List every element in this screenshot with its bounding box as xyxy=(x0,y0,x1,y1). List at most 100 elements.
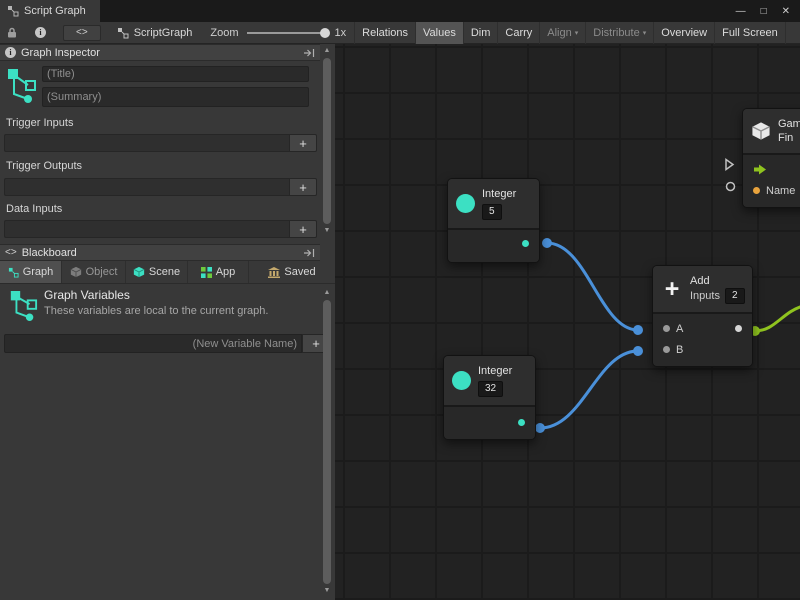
window-tab[interactable]: Script Graph xyxy=(0,0,100,22)
connection-endpoint[interactable] xyxy=(535,423,545,433)
port-row-name: Name xyxy=(743,180,800,201)
port-name-label: Name xyxy=(766,185,795,197)
port-row-b: B xyxy=(653,339,752,360)
toolbar-buttons: Relations Values Dim Carry Align ▾ Distr… xyxy=(354,22,786,44)
zoom-slider-knob[interactable] xyxy=(320,28,330,38)
connection-wire[interactable] xyxy=(547,243,638,330)
scrollbar-thumb[interactable] xyxy=(323,300,331,584)
add-trigger-input-button[interactable]: + xyxy=(289,134,317,152)
graph-variables-icon xyxy=(8,290,38,322)
zoom-label: Zoom xyxy=(210,27,238,39)
graph-name: ScriptGraph xyxy=(117,27,193,39)
chevron-down-icon: ▾ xyxy=(575,28,579,37)
graph-variables-icon xyxy=(5,68,37,106)
data-inputs-list: + xyxy=(4,220,317,238)
tab-object-label: Object xyxy=(86,266,118,278)
toolbar: i <> ScriptGraph Zoom 1x Relations Value… xyxy=(0,22,800,44)
graph-title-input[interactable] xyxy=(42,66,309,82)
zoom-value: 1x xyxy=(335,27,347,39)
code-icon: <> xyxy=(5,247,17,258)
node-find[interactable]: Gam Fin Name xyxy=(742,108,800,208)
scrollbar-thumb[interactable] xyxy=(323,58,331,224)
add-data-input-button[interactable]: + xyxy=(289,220,317,238)
tab-object[interactable]: Object xyxy=(62,261,126,283)
values-button[interactable]: Values xyxy=(415,22,463,44)
node-integer-5[interactable]: Integer 5 xyxy=(447,178,540,263)
scroll-down-icon[interactable]: ▼ xyxy=(324,586,331,596)
graph-inspector-title: Graph Inspector xyxy=(21,47,100,59)
dock-icon[interactable] xyxy=(303,48,315,58)
tab-app[interactable]: App xyxy=(188,261,249,283)
minimize-icon[interactable]: — xyxy=(736,6,746,17)
add-trigger-output-button[interactable]: + xyxy=(289,178,317,196)
connection-endpoint[interactable] xyxy=(633,325,643,335)
output-port[interactable] xyxy=(518,419,525,426)
empty-list[interactable] xyxy=(4,134,289,152)
sidebar: i Graph Inspector Trigger Inputs + Trigg… xyxy=(0,44,335,600)
saved-bank-icon xyxy=(268,267,280,278)
empty-list[interactable] xyxy=(4,178,289,196)
lock-button[interactable] xyxy=(2,22,22,44)
tab-scene-label: Scene xyxy=(149,266,180,278)
tab-app-label: App xyxy=(216,266,236,278)
connection-wire[interactable] xyxy=(755,306,800,331)
value-input-indicator-icon[interactable] xyxy=(725,181,736,192)
scroll-up-icon[interactable]: ▲ xyxy=(324,288,331,298)
code-preview-button[interactable]: <> xyxy=(63,25,101,41)
input-port-a[interactable] xyxy=(663,325,670,332)
scroll-down-icon[interactable]: ▼ xyxy=(324,226,331,236)
blackboard-scrollbar[interactable]: ▲ ▼ xyxy=(321,288,333,596)
align-button[interactable]: Align ▾ xyxy=(539,22,585,44)
script-graph-icon xyxy=(7,5,19,17)
connection-endpoint[interactable] xyxy=(633,346,643,356)
exec-input-indicator-icon[interactable] xyxy=(724,158,735,171)
output-port[interactable] xyxy=(735,325,742,332)
relations-button[interactable]: Relations xyxy=(354,22,415,44)
integer-value-field[interactable]: 32 xyxy=(478,381,503,397)
inspector-scrollbar[interactable]: ▲ ▼ xyxy=(321,46,333,236)
inputs-label: Inputs xyxy=(690,290,720,302)
dim-button[interactable]: Dim xyxy=(463,22,498,44)
empty-list[interactable] xyxy=(4,220,289,238)
inputs-count-field[interactable]: 2 xyxy=(725,288,745,304)
new-variable-input[interactable] xyxy=(4,334,302,353)
blackboard-header[interactable]: <> Blackboard xyxy=(0,244,320,261)
full-screen-button[interactable]: Full Screen xyxy=(714,22,786,44)
node-header: Integer 32 xyxy=(444,356,535,407)
node-add[interactable]: + Add Inputs 2 A B xyxy=(652,265,753,367)
tab-scene[interactable]: Scene xyxy=(126,261,188,283)
zoom-slider-track xyxy=(247,32,329,34)
input-port-b[interactable] xyxy=(663,346,670,353)
integer-value-field[interactable]: 5 xyxy=(482,204,502,220)
maximize-icon[interactable]: □ xyxy=(761,6,767,17)
tab-saved[interactable]: Saved xyxy=(249,261,335,283)
connection-endpoint[interactable] xyxy=(542,238,552,248)
main-area: i Graph Inspector Trigger Inputs + Trigg… xyxy=(0,44,800,600)
scroll-up-icon[interactable]: ▲ xyxy=(324,46,331,56)
graph-summary-input[interactable] xyxy=(42,87,309,107)
trigger-inputs-label: Trigger Inputs xyxy=(6,117,73,129)
node-integer-32[interactable]: Integer 32 xyxy=(443,355,536,440)
graph-inspector-header[interactable]: i Graph Inspector xyxy=(0,44,320,61)
window-controls: — □ ✕ xyxy=(736,0,800,22)
input-port-name[interactable] xyxy=(753,187,760,194)
node-ports xyxy=(444,407,535,439)
dock-icon[interactable] xyxy=(303,248,315,258)
carry-button[interactable]: Carry xyxy=(497,22,539,44)
carry-label: Carry xyxy=(505,27,532,39)
graph-canvas[interactable]: Integer 5 Integer 32 xyxy=(335,44,800,600)
distribute-button[interactable]: Distribute ▾ xyxy=(585,22,653,44)
connection-wire[interactable] xyxy=(540,351,638,428)
output-port[interactable] xyxy=(522,240,529,247)
inspect-button[interactable]: i xyxy=(30,22,51,44)
close-icon[interactable]: ✕ xyxy=(782,6,790,17)
tab-graph[interactable]: Graph xyxy=(0,261,62,283)
zoom-slider[interactable] xyxy=(247,28,329,38)
invoke-arrow-icon[interactable] xyxy=(753,164,767,175)
code-icon: <> xyxy=(76,27,88,38)
game-object-cube-icon xyxy=(751,121,771,141)
integer-icon xyxy=(452,371,471,390)
graph-tab-icon xyxy=(8,267,19,278)
graph-variables-block: Graph Variables These variables are loca… xyxy=(0,288,320,332)
overview-button[interactable]: Overview xyxy=(653,22,714,44)
